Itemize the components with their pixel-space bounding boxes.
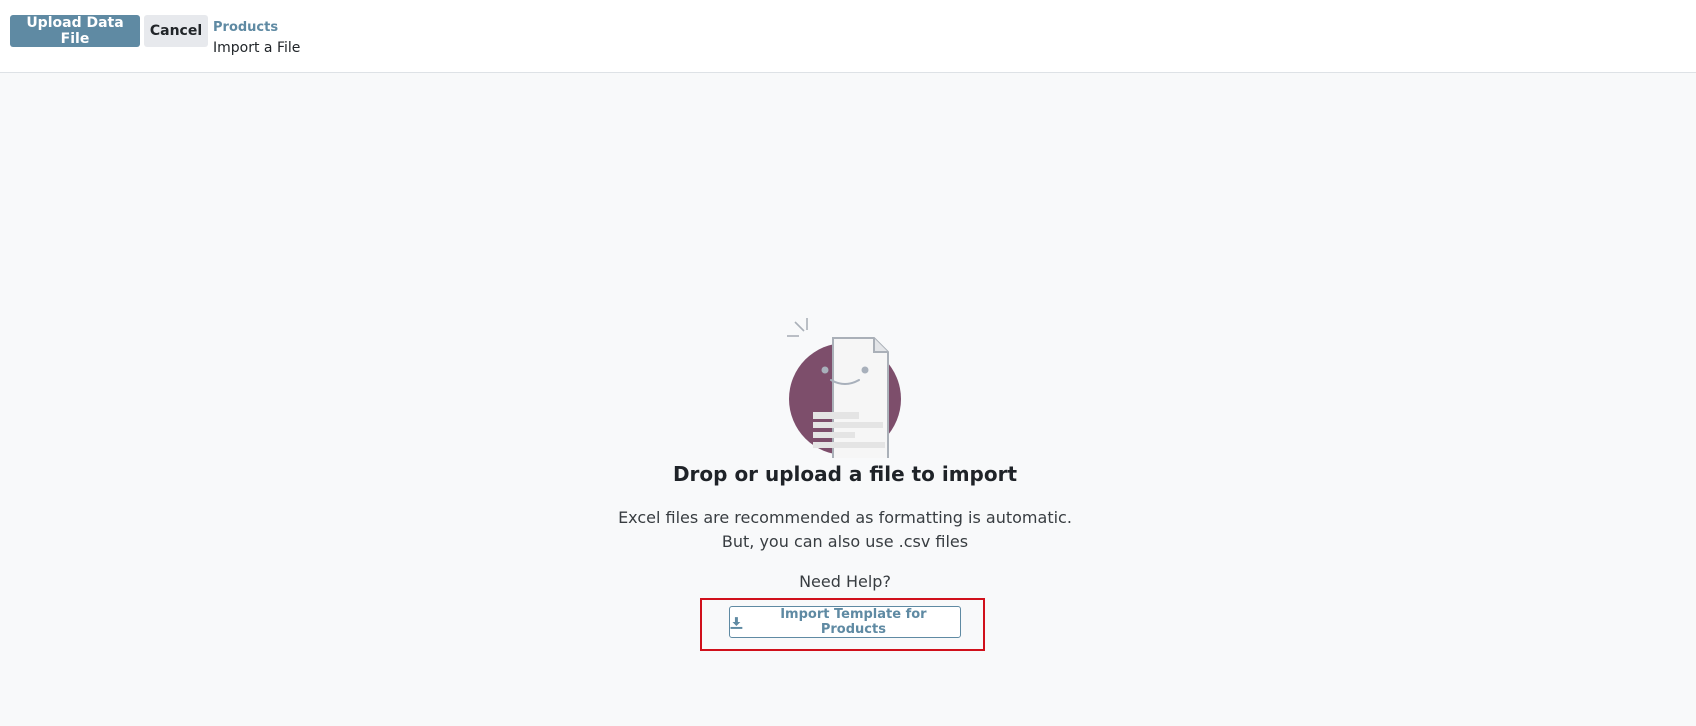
breadcrumb-products-link[interactable]: Products: [213, 20, 278, 35]
import-template-label: Import Template for Products: [780, 607, 927, 637]
need-help-text: Need Help?: [799, 572, 891, 591]
document-left-eye: [821, 366, 829, 374]
import-template-button[interactable]: Import Template for Products: [729, 606, 961, 638]
document-text-line: [813, 422, 883, 428]
document-text-line: [813, 432, 855, 438]
document-right-eye: [861, 366, 869, 374]
upload-data-file-button[interactable]: Upload Data File: [10, 15, 140, 47]
dropzone-description-line1: Excel files are recommended as formattin…: [618, 508, 1072, 527]
document-text-line: [813, 442, 885, 448]
breadcrumb-current-page: Import a File: [213, 40, 301, 56]
dropzone-description-line2: But, you can also use .csv files: [721, 532, 969, 551]
document-text-line: [813, 412, 859, 419]
cancel-button[interactable]: Cancel: [144, 15, 208, 47]
sparkle-line: [794, 321, 805, 332]
download-icon: [730, 616, 743, 629]
document-sheet: [832, 337, 889, 461]
file-illustration: [785, 318, 910, 462]
smiling-document-icon: [787, 318, 901, 461]
control-panel: Upload Data File Cancel Products Import …: [0, 0, 1696, 73]
dropzone-title: Drop or upload a file to import: [672, 462, 1018, 486]
